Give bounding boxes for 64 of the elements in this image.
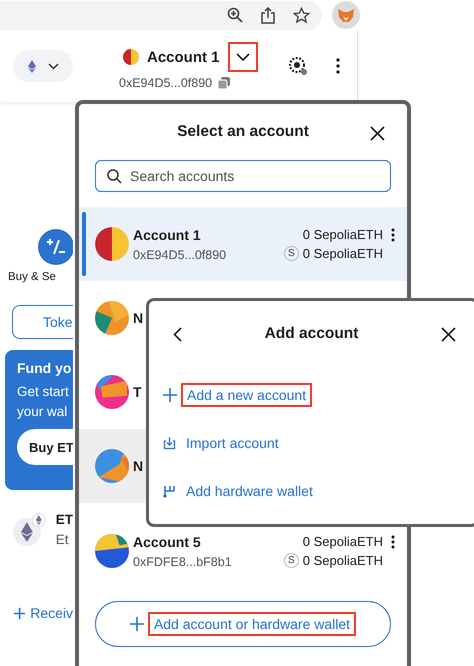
account-name: N [133,458,144,474]
account-address: 0xE94D5...0f890 [119,76,212,90]
dialog-title: Select an account [177,123,309,141]
account-name: Account 1 [133,226,202,242]
more-options-icon[interactable] [391,534,395,548]
account-dropdown-button[interactable] [228,42,258,72]
asset-subtitle: Et [56,532,70,547]
fox-icon[interactable] [332,1,360,29]
buy-sell-icon[interactable] [38,229,73,265]
token-balance: 0 SepoliaETH [302,246,383,261]
close-icon[interactable] [370,126,385,141]
buy-sell-label: Buy & Se [8,271,56,283]
selection-indicator [82,212,86,276]
account-avatar-icon [95,227,129,261]
account-name: Account 5 [133,534,202,550]
hardware-wallet-icon [163,484,176,498]
zoom-icon[interactable] [227,7,243,23]
menu-icon[interactable] [336,58,340,74]
chevron-down-icon [236,53,250,61]
tokens-tab[interactable]: Toke [12,305,73,339]
chevron-down-icon [48,62,58,70]
receive-link[interactable]: Receiv [14,605,73,621]
account-name: Account 1 [147,48,220,66]
dialog-title: Add account [264,325,358,343]
account-avatar-icon [95,534,129,568]
close-icon[interactable] [441,326,456,342]
network-badge: S [284,246,299,261]
account-avatar-icon [123,49,139,65]
add-account-option[interactable]: Add a new account [181,383,312,407]
fund-text: your wal [17,404,68,419]
account-balance: 0 SepoliaETH [302,534,383,549]
search-field[interactable]: Search accounts [95,160,391,192]
account-address: 0xE94D5...0f890 [133,248,228,262]
account-name: N [133,310,144,326]
add-account-option[interactable]: Import account [180,431,285,455]
network-badge: S [284,553,299,568]
fund-title: Fund yo [17,360,72,376]
more-options-icon[interactable] [391,228,395,242]
token-balance: 0 SepoliaETH [302,553,383,568]
asset-name: ET [56,512,73,527]
account-balance: 0 SepoliaETH [302,227,383,242]
account-row[interactable]: Account 1 0xE94D5...0f890 0 SepoliaETH S 0 SepoliaETH [79,207,407,281]
account-name: T [133,384,142,400]
network-picker[interactable] [13,50,73,82]
import-icon [163,436,176,450]
plus-icon [163,388,177,402]
account-avatar-icon [95,375,129,409]
account-avatar-icon [95,449,129,483]
add-account-label: Add account or hardware wallet [148,612,356,636]
fund-text: Get start [17,384,69,399]
share-icon[interactable] [261,6,275,24]
account-avatar-icon [95,301,129,335]
copy-icon[interactable] [218,77,230,89]
connection-icon[interactable] [288,56,308,76]
account-address: 0xFDFE8...bF8b1 [133,554,233,568]
ethereum-icon [28,60,36,72]
ethereum-token-icon [12,512,46,546]
add-account-button[interactable]: Add account or hardware wallet [95,601,391,647]
search-icon [107,169,122,184]
plus-icon [14,606,26,620]
star-icon[interactable] [293,6,310,24]
back-icon[interactable] [173,326,182,342]
plus-icon [130,617,144,631]
add-account-option[interactable]: Add hardware wallet [180,479,319,503]
